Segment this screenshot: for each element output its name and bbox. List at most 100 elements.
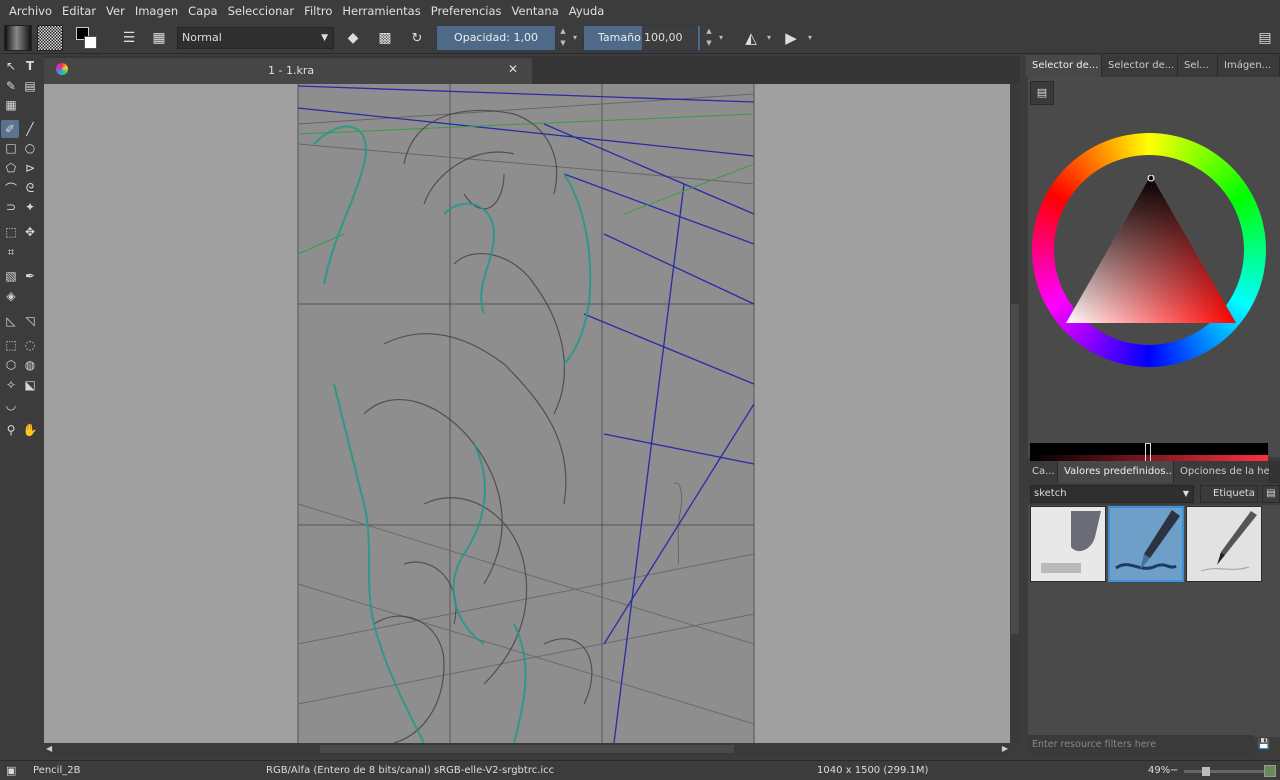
multibrush-tool-icon[interactable]: ✦ <box>21 198 39 216</box>
save-filter-icon[interactable]: 💾 <box>1256 737 1272 753</box>
line-tool-icon[interactable]: ╱ <box>21 120 39 138</box>
color-sampler-tool-icon[interactable]: ✒ <box>21 267 39 285</box>
menu-imagen[interactable]: Imagen <box>130 0 183 22</box>
pan-tool-icon[interactable]: ✋ <box>21 421 39 439</box>
transform-tool-icon[interactable]: ⬚ <box>2 223 20 241</box>
scroll-right-icon[interactable]: ▶ <box>1002 744 1008 753</box>
color-selector-settings-icon[interactable]: ▤ <box>1030 81 1054 105</box>
tab-channels[interactable]: Ca... <box>1026 461 1058 483</box>
contiguous-select-tool-icon[interactable]: ✧ <box>2 376 20 394</box>
mirror-h-menu-icon[interactable]: ▾ <box>763 25 775 51</box>
horizontal-scrollbar[interactable]: ◀ ▶ <box>44 743 1010 755</box>
menu-ayuda[interactable]: Ayuda <box>564 0 610 22</box>
blend-mode-select[interactable]: Normal ▼ <box>177 27 334 49</box>
scroll-left-icon[interactable]: ◀ <box>46 744 52 753</box>
tab-color-selector-1[interactable]: Selector de... <box>1026 55 1102 77</box>
menu-seleccionar[interactable]: Seleccionar <box>223 0 300 22</box>
polygon-tool-icon[interactable]: ⬠ <box>2 159 20 177</box>
polygon-select-tool-icon[interactable]: ⬡ <box>2 356 20 374</box>
menu-archivo[interactable]: Archivo <box>4 0 57 22</box>
horizontal-scroll-thumb[interactable] <box>320 745 734 753</box>
menu-capa[interactable]: Capa <box>183 0 222 22</box>
preset-thumbnail-pencil-selected[interactable] <box>1108 506 1184 582</box>
sketch-canvas[interactable] <box>44 84 1010 743</box>
move-tool-icon[interactable]: ✥ <box>21 223 39 241</box>
mirror-horizontal-icon[interactable]: ◭ <box>740 27 762 49</box>
calligraphy-tool-icon[interactable]: ▤ <box>21 77 39 95</box>
edit-shapes-tool-icon[interactable]: ✎ <box>2 77 20 95</box>
vertical-scrollbar[interactable] <box>1010 84 1020 743</box>
measure-tool-icon[interactable]: ◹ <box>21 312 39 330</box>
preset-tag-select[interactable]: sketch ▼ <box>1030 485 1194 503</box>
menu-preferencias[interactable]: Preferencias <box>426 0 507 22</box>
tag-button[interactable]: Etiqueta <box>1200 485 1258 503</box>
zoom-slider[interactable] <box>1184 767 1264 776</box>
bezier-tool-icon[interactable]: ⌒ <box>2 179 20 197</box>
fill-tool-icon[interactable]: ◈ <box>2 287 20 305</box>
chevron-down-icon: ▼ <box>321 33 328 43</box>
tab-image[interactable]: Imágen... <box>1218 55 1280 77</box>
size-spin-buttons[interactable]: ▲ ▼ <box>703 25 715 51</box>
bezier-select-tool-icon[interactable]: ◡ <box>2 396 20 414</box>
zoom-tool-icon[interactable]: ⚲ <box>2 421 20 439</box>
ellipse-tool-icon[interactable]: ○ <box>21 139 39 157</box>
gradient-selector[interactable] <box>4 25 32 51</box>
size-slider[interactable]: Tamaño: 100,00 px <box>583 25 701 68</box>
canvas-viewport[interactable] <box>44 84 1010 743</box>
document-tab[interactable]: 1 - 1.kra ✕ <box>44 58 532 84</box>
crop-tool-icon[interactable]: ⌗ <box>2 243 20 261</box>
rectangle-tool-icon[interactable]: □ <box>2 139 20 157</box>
rect-select-tool-icon[interactable]: ⬚ <box>2 336 20 354</box>
preset-thumbnail-ink-pen[interactable] <box>1186 506 1262 582</box>
freehand-select-tool-icon[interactable]: ◍ <box>21 356 39 374</box>
workspace-chooser-icon[interactable]: ▤ <box>1254 27 1276 49</box>
brush-settings-icon[interactable]: ☰ <box>118 27 140 49</box>
tab-brush-presets[interactable]: Valores predefinidos... <box>1058 461 1174 483</box>
reload-preset-icon[interactable]: ↻ <box>406 27 428 49</box>
mirror-vertical-icon[interactable]: ▶ <box>780 27 802 49</box>
fill-pattern-tool-icon[interactable]: ▦ <box>2 96 20 114</box>
image-dimensions: 1040 x 1500 (299.1M) <box>817 765 929 776</box>
polyline-tool-icon[interactable]: ⊳ <box>21 159 39 177</box>
eraser-mode-icon[interactable]: ◆ <box>342 27 364 49</box>
assistant-tool-icon[interactable]: ◺ <box>2 312 20 330</box>
blend-mode-value: Normal <box>182 31 222 44</box>
pattern-selector[interactable] <box>37 25 63 51</box>
size-chevron-icon[interactable]: ▾ <box>715 25 727 51</box>
view-mode-icon[interactable]: ▤ <box>1262 485 1280 503</box>
menu-editar[interactable]: Editar <box>57 0 101 22</box>
krita-logo-icon <box>56 63 68 75</box>
alpha-lock-icon[interactable]: ▩ <box>374 27 396 49</box>
freehand-brush-tool-icon[interactable]: ✐ <box>1 120 19 138</box>
menu-filtro[interactable]: Filtro <box>299 0 337 22</box>
menu-herramientas[interactable]: Herramientas <box>337 0 425 22</box>
similar-select-tool-icon[interactable]: ⬕ <box>21 376 39 394</box>
select-shapes-tool-icon[interactable]: ↖ <box>2 57 20 75</box>
saturation-value-triangle[interactable] <box>1066 175 1236 325</box>
vertical-scroll-thumb[interactable] <box>1011 304 1019 634</box>
dynamic-brush-tool-icon[interactable]: ⊃ <box>2 198 20 216</box>
preset-thumbnail-blender[interactable] <box>1030 506 1106 582</box>
menu-ventana[interactable]: Ventana <box>507 0 564 22</box>
menu-ver[interactable]: Ver <box>101 0 130 22</box>
tab-color-selector-2[interactable]: Selector de... <box>1102 55 1178 77</box>
canvas-only-toggle-icon[interactable] <box>1264 765 1276 777</box>
resource-filter-input[interactable]: Enter resource filters here <box>1028 735 1254 755</box>
fg-bg-color-selector[interactable] <box>70 24 100 52</box>
close-tab-icon[interactable]: ✕ <box>508 62 518 76</box>
tab-selector-3[interactable]: Sel... <box>1178 55 1218 77</box>
opacity-slider[interactable]: Opacidad: 1,00 <box>436 25 556 51</box>
opacity-chevron-icon[interactable]: ▾ <box>569 25 581 51</box>
mirror-v-menu-icon[interactable]: ▾ <box>804 25 816 51</box>
tab-tool-options[interactable]: Opciones de la he... <box>1174 461 1270 483</box>
text-tool-icon[interactable]: T <box>21 57 39 75</box>
gradient-tool-icon[interactable]: ▧ <box>2 267 20 285</box>
brush-preview-icon[interactable]: ▣ <box>6 761 16 780</box>
ellipse-select-tool-icon[interactable]: ◌ <box>21 336 39 354</box>
brush-presets-icon[interactable]: ▦ <box>148 27 170 49</box>
zoom-slider-knob[interactable] <box>1202 767 1210 776</box>
background-color-swatch[interactable] <box>84 36 97 49</box>
opacity-spin-buttons[interactable]: ▲ ▼ <box>557 25 569 51</box>
freehand-path-tool-icon[interactable]: ᘓ <box>21 179 39 197</box>
zoom-out-icon[interactable]: − <box>1170 761 1178 780</box>
